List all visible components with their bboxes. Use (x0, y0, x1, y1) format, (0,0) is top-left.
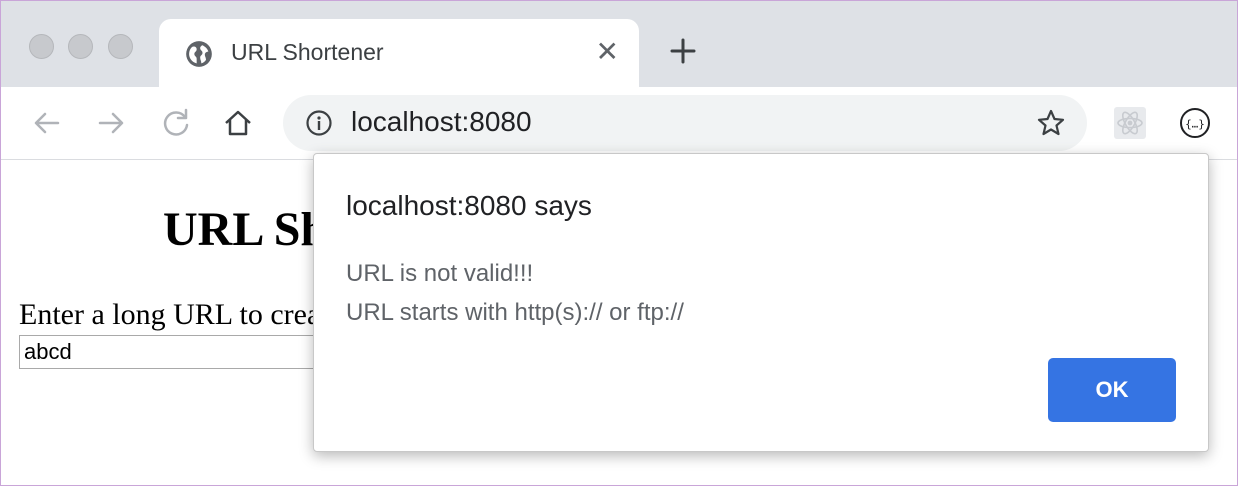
alert-dialog: localhost:8080 says URL is not valid!!! … (313, 153, 1209, 452)
tab-close-icon[interactable]: ✕ (596, 37, 619, 67)
browser-window: URL Shortener ✕ localhost:8080 {…} URL E… (0, 0, 1238, 486)
tab-strip: URL Shortener ✕ (1, 1, 1237, 87)
reload-icon[interactable] (158, 105, 194, 141)
browser-toolbar: localhost:8080 {…} (1, 87, 1237, 160)
tab-title: URL Shortener (231, 39, 384, 65)
close-window-button[interactable] (29, 34, 54, 59)
dialog-title: localhost:8080 says (346, 190, 592, 221)
dialog-message-line-1: URL is not valid!!! (346, 260, 534, 287)
bookmark-star-icon[interactable] (1035, 107, 1067, 139)
tab-url-shortener[interactable]: URL Shortener ✕ (159, 19, 639, 87)
ok-button[interactable]: OK (1048, 358, 1176, 422)
forward-arrow-icon[interactable] (93, 105, 129, 141)
new-tab-icon[interactable] (665, 33, 701, 69)
info-icon[interactable] (305, 109, 333, 137)
home-icon[interactable] (220, 105, 256, 141)
url-text: localhost:8080 (351, 106, 532, 137)
dialog-message-line-2: URL starts with http(s):// or ftp:// (346, 299, 684, 326)
minimize-window-button[interactable] (68, 34, 93, 59)
address-bar[interactable]: localhost:8080 (283, 95, 1087, 151)
dialog-message: URL is not valid!!! URL starts with http… (346, 254, 684, 332)
json-viewer-icon[interactable]: {…} (1179, 107, 1211, 139)
back-arrow-icon[interactable] (29, 105, 65, 141)
globe-icon (186, 41, 212, 67)
svg-text:{…}: {…} (1185, 118, 1205, 131)
maximize-window-button[interactable] (108, 34, 133, 59)
react-devtools-icon[interactable] (1114, 107, 1146, 139)
